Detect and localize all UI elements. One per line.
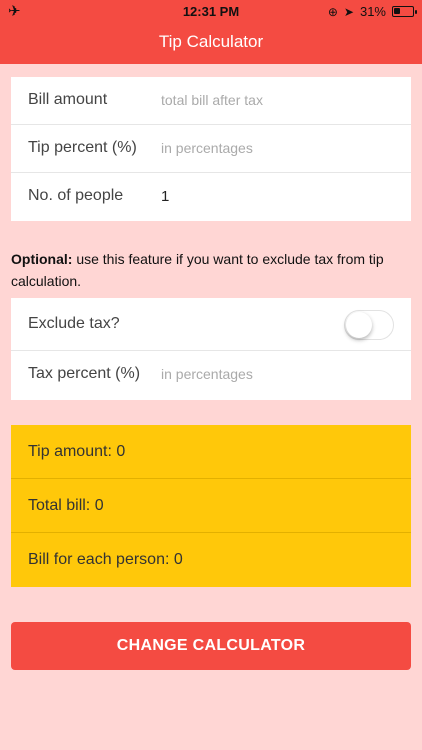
tax-percent-row[interactable]: Tax percent (%) in percentages — [11, 351, 411, 400]
toggle-knob — [346, 312, 372, 338]
tax-percent-label: Tax percent (%) — [28, 365, 141, 382]
exclude-tax-toggle[interactable] — [344, 310, 394, 340]
people-input[interactable]: 1 — [161, 188, 169, 205]
status-bar: ✈ 12:31 PM ⊕ ➤ 31% — [0, 0, 422, 22]
tax-percent-input[interactable]: in percentages — [161, 366, 253, 382]
bill-amount-label: Bill amount — [28, 91, 108, 108]
main-inputs-card: Bill amount total bill after tax Tip per… — [11, 77, 411, 221]
tip-amount-text: Tip amount: 0 — [28, 443, 126, 460]
tip-amount-row: Tip amount: 0 — [11, 425, 411, 479]
location-arrow-icon: ➤ — [343, 4, 354, 19]
bill-each-text: Bill for each person: 0 — [28, 551, 183, 568]
battery-fill — [394, 8, 400, 14]
total-bill-text: Total bill: 0 — [28, 497, 104, 514]
rotation-lock-icon: ⊕ — [327, 4, 338, 19]
tax-card: Exclude tax? Tax percent (%) in percenta… — [11, 298, 411, 400]
status-right: ⊕ ➤ 31% — [327, 4, 417, 19]
bill-each-row: Bill for each person: 0 — [11, 533, 411, 587]
exclude-tax-row: Exclude tax? — [11, 298, 411, 351]
optional-note-bold: Optional: — [11, 251, 73, 267]
exclude-tax-label: Exclude tax? — [28, 315, 120, 332]
optional-note: Optional: use this feature if you want t… — [11, 248, 416, 292]
app-screen: ✈ 12:31 PM ⊕ ➤ 31% Tip Calculator Bill a… — [0, 0, 422, 750]
bill-amount-input[interactable]: total bill after tax — [161, 92, 263, 108]
tip-percent-label: Tip percent (%) — [28, 139, 137, 156]
change-calculator-button[interactable]: CHANGE CALCULATOR — [11, 622, 411, 670]
battery-percent: 31% — [359, 4, 386, 19]
page-title: Tip Calculator — [158, 32, 264, 51]
bill-amount-row[interactable]: Bill amount total bill after tax — [11, 77, 411, 125]
total-bill-row: Total bill: 0 — [11, 479, 411, 533]
navigation-bar: ✈ 12:31 PM ⊕ ➤ 31% Tip Calculator — [0, 0, 422, 64]
battery-icon — [392, 6, 417, 17]
people-label: No. of people — [28, 187, 124, 204]
tip-percent-row[interactable]: Tip percent (%) in percentages — [11, 125, 411, 173]
people-row[interactable]: No. of people 1 — [11, 173, 411, 221]
results-panel: Tip amount: 0 Total bill: 0 Bill for eac… — [11, 425, 411, 587]
tip-percent-input[interactable]: in percentages — [161, 140, 253, 156]
